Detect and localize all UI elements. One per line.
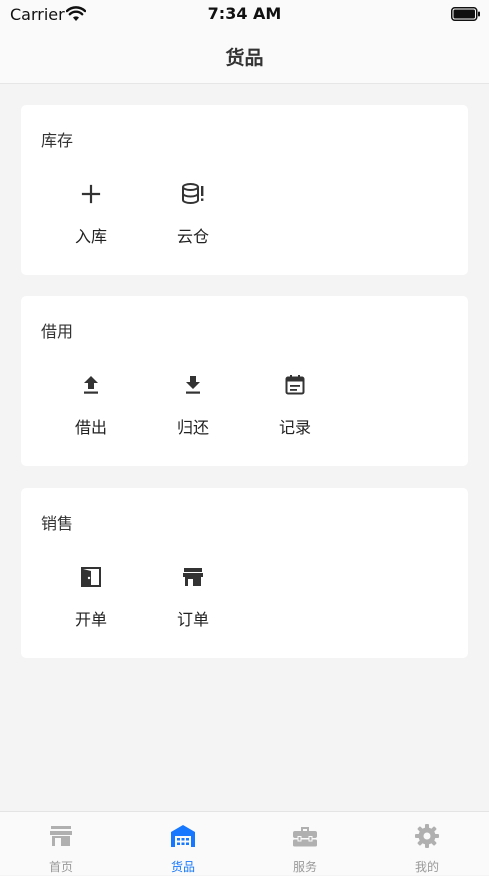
section-title: 销售 <box>41 514 74 533</box>
section-title: 借用 <box>41 322 74 341</box>
tile-orders[interactable]: 订单 <box>148 560 238 630</box>
tile-label: 订单 <box>176 610 209 629</box>
section-card-inventory: 库存 入库 云仓 <box>21 105 468 275</box>
tile-label: 归还 <box>176 418 209 437</box>
store-icon <box>183 568 203 586</box>
tab-bar: 首页 货品 服务 我的 <box>0 811 489 875</box>
tile-stock-in[interactable]: 入库 <box>46 177 136 247</box>
door-icon <box>81 567 101 587</box>
battery-icon <box>451 7 480 21</box>
storefront-icon <box>50 826 72 846</box>
download-icon <box>186 376 200 394</box>
warehouse-icon <box>171 825 195 847</box>
status-bar: Carrier 7:34 AM <box>0 0 489 30</box>
nav-bar: 货品 <box>0 30 489 84</box>
section-card-borrow: 借用 借出 归还 记录 <box>21 296 468 466</box>
tile-label: 记录 <box>278 418 311 437</box>
plus-icon <box>81 184 101 204</box>
tab-services[interactable]: 服务 <box>244 812 366 876</box>
tile-records[interactable]: 记录 <box>250 368 340 438</box>
tile-label: 入库 <box>74 227 107 246</box>
database-alert-icon <box>182 183 204 204</box>
tab-label: 货品 <box>170 860 195 874</box>
tile-lend-out[interactable]: 借出 <box>46 368 136 438</box>
tab-label: 我的 <box>414 860 439 874</box>
tab-goods[interactable]: 货品 <box>122 812 244 876</box>
tile-label: 借出 <box>74 418 107 437</box>
tab-label: 服务 <box>292 860 317 874</box>
tile-cloud-warehouse[interactable]: 云仓 <box>148 177 238 247</box>
upload-icon <box>84 376 98 394</box>
tile-label: 云仓 <box>176 227 209 246</box>
section-title: 库存 <box>41 131 74 150</box>
tab-home[interactable]: 首页 <box>0 812 122 876</box>
gear-icon <box>415 824 439 848</box>
tile-label: 开单 <box>74 610 107 629</box>
tile-return[interactable]: 归还 <box>148 368 238 438</box>
tile-create-bill[interactable]: 开单 <box>46 560 136 630</box>
section-card-sales: 销售 开单 订单 <box>21 488 468 658</box>
tab-label: 首页 <box>48 860 73 874</box>
toolbox-icon <box>293 827 317 847</box>
calendar-icon <box>285 375 305 395</box>
tab-me[interactable]: 我的 <box>366 812 488 876</box>
page-title: 货品 <box>225 47 264 69</box>
status-time: 7:34 AM <box>207 4 282 23</box>
